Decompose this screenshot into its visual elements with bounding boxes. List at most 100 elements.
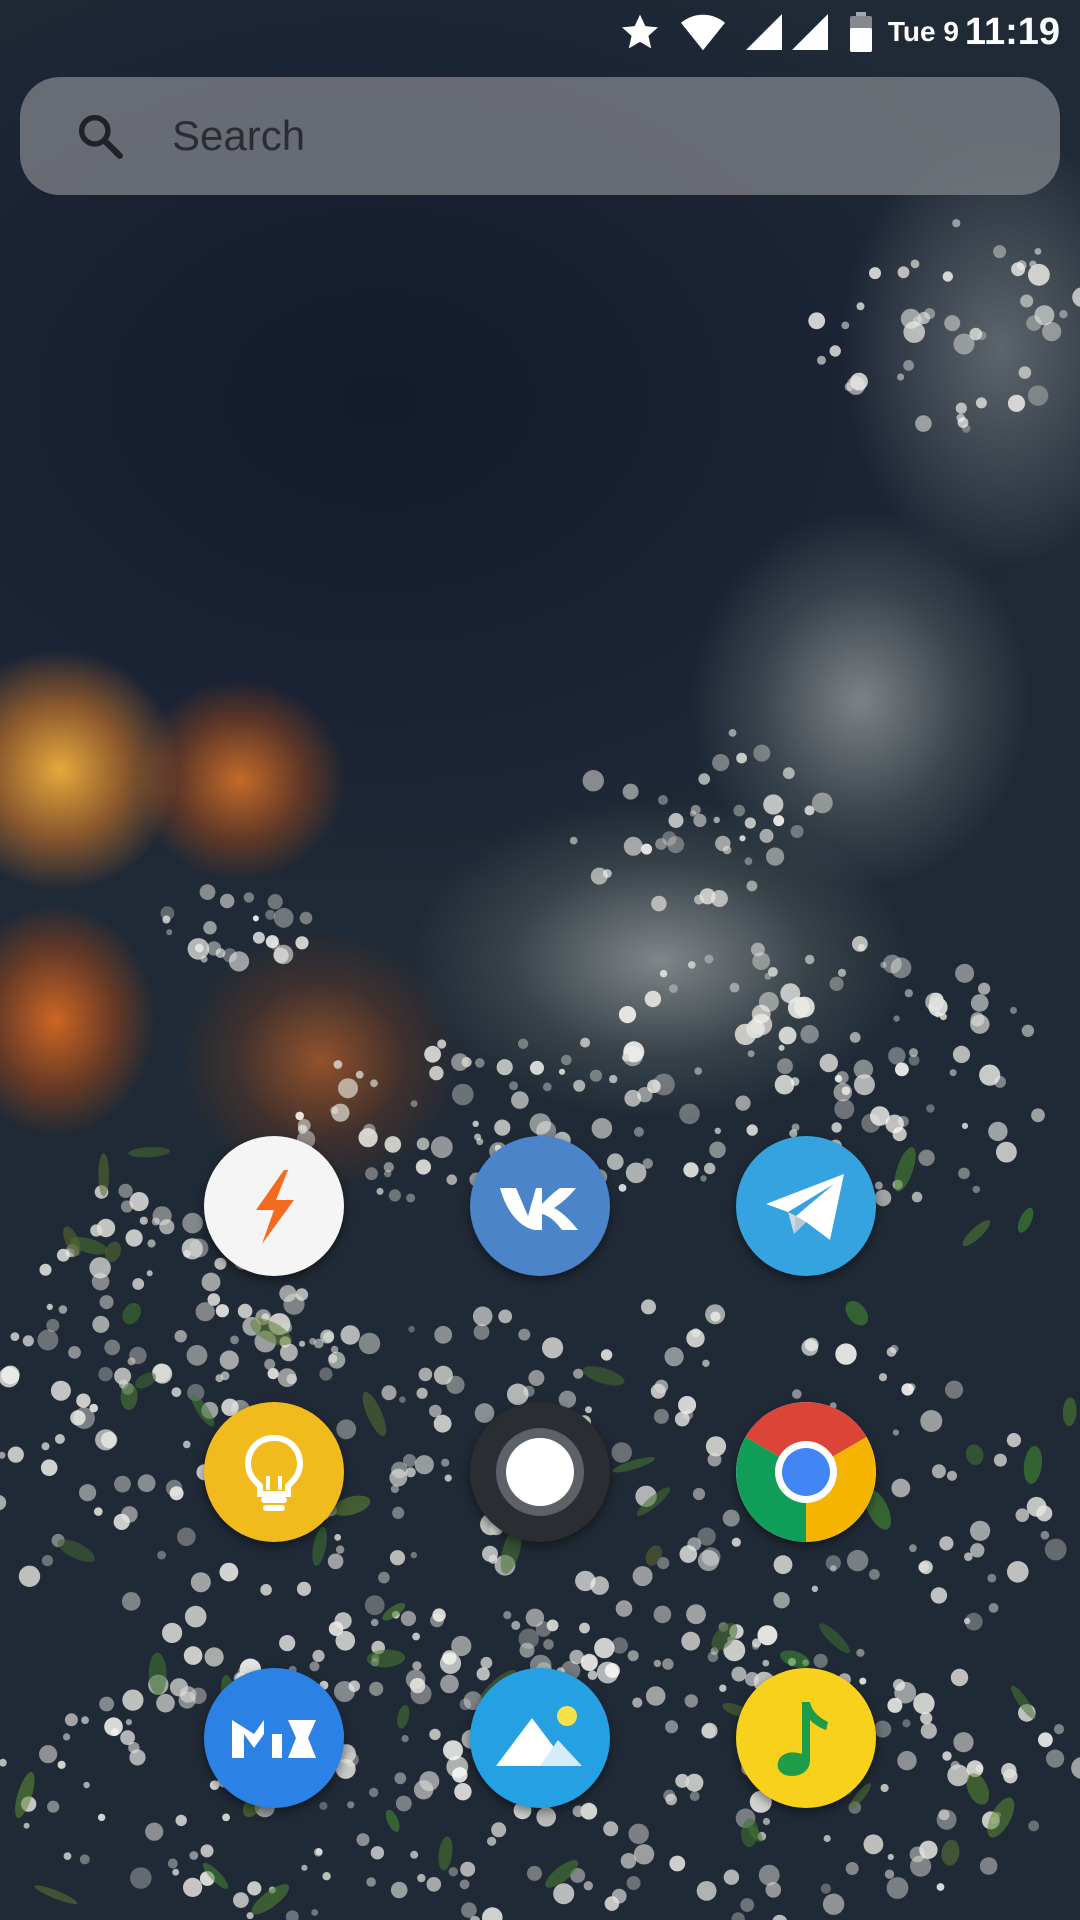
wallpaper-blossom (689, 1791, 700, 1802)
wallpaper-blossom (296, 1581, 312, 1596)
wallpaper-blossom (859, 1677, 867, 1685)
wallpaper-leaf (312, 1526, 327, 1566)
wallpaper-leaf (941, 1839, 960, 1866)
mix-app-icon[interactable] (204, 1668, 344, 1808)
gallery-app-icon[interactable] (470, 1668, 610, 1808)
wallpaper-blossom (869, 1569, 880, 1580)
wallpaper-blossom (702, 1359, 710, 1368)
wallpaper-blossom (662, 1658, 674, 1670)
wallpaper-blossom (679, 1103, 700, 1125)
wallpaper-blossom (744, 817, 756, 829)
music-app-icon[interactable] (736, 1668, 876, 1808)
wallpaper-blossom (774, 1074, 795, 1095)
chrome-app-icon[interactable] (736, 1402, 876, 1542)
wallpaper-blossom (764, 972, 772, 980)
wallpaper-leaf (128, 1147, 171, 1158)
wallpaper-blossom (572, 1805, 585, 1818)
wallpaper-blossom (1071, 1757, 1080, 1779)
wallpaper-blossom (615, 1600, 633, 1617)
wallpaper-blossom (252, 915, 259, 922)
wallpaper-blossom (919, 1840, 938, 1860)
wallpaper-blossom (970, 1520, 991, 1541)
wallpaper-blossom (39, 1745, 58, 1764)
wallpaper-blossom (389, 1468, 408, 1487)
wallpaper-blossom (511, 1091, 529, 1109)
wallpaper-blossom (878, 1373, 888, 1382)
wallpaper-blossom (340, 1325, 360, 1345)
wifi-icon (680, 12, 726, 52)
signal-icon (745, 13, 782, 51)
wallpaper-blossom (988, 1121, 1008, 1142)
wallpaper-blossom (723, 1869, 740, 1885)
wallpaper-blossom (892, 1429, 900, 1436)
vk-app-icon[interactable] (470, 1136, 610, 1276)
chrome-icon (736, 1402, 876, 1542)
wallpaper-blossom (230, 1335, 239, 1345)
search-placeholder[interactable]: Search (172, 112, 305, 160)
wallpaper-blossom (689, 810, 697, 817)
wallpaper-blossom (174, 1330, 187, 1343)
wallpaper-blossom (536, 1807, 556, 1827)
wallpaper-blossom (970, 1014, 990, 1034)
wallpaper-blossom (910, 259, 920, 269)
wallpaper-blossom (472, 1306, 493, 1327)
wallpaper-blossom (328, 1621, 344, 1636)
wallpaper-blossom (1010, 1006, 1017, 1014)
wallpaper-blossom (219, 1562, 239, 1582)
record-icon (496, 1428, 584, 1516)
wallpaper-blossom (370, 1846, 385, 1860)
wallpaper-blossom (98, 1367, 113, 1382)
wallpaper-blossom (299, 1340, 306, 1347)
wallpaper-blossom (659, 969, 668, 978)
search-icon[interactable] (70, 106, 130, 166)
wallpaper-blossom (381, 1385, 397, 1401)
wallpaper-blossom (829, 345, 841, 357)
battery-icon (849, 12, 872, 52)
wallpaper-blossom (731, 1666, 747, 1682)
wallpaper-blossom (820, 1883, 832, 1894)
wallpaper-blossom (823, 1834, 831, 1843)
telegram-app-icon[interactable] (736, 1136, 876, 1276)
wallpaper-blossom (338, 1078, 358, 1099)
lightbulb-app-icon[interactable] (204, 1402, 344, 1542)
wallpaper-blossom (114, 1367, 132, 1385)
wallpaper-blossom (215, 1304, 229, 1318)
wallpaper-blossom (950, 1760, 960, 1771)
wallpaper-blossom (846, 1549, 869, 1572)
wallpaper-blossom (782, 767, 795, 780)
wallpaper-blossom (758, 1864, 780, 1886)
wallpaper-blossom (327, 1553, 344, 1570)
wallpaper-blossom (675, 1773, 690, 1788)
wallpaper-blossom (603, 1821, 619, 1837)
wallpaper-blossom (897, 266, 910, 279)
wallpaper-blossom (653, 1073, 675, 1096)
wallpaper-blossom (1031, 1108, 1045, 1123)
wallpaper-blossom (861, 1113, 881, 1133)
wallpaper-blossom (874, 1181, 883, 1190)
wallpaper-leaf (34, 1885, 78, 1905)
wallpaper-blossom (189, 1238, 209, 1258)
wallpaper-blossom (961, 1122, 969, 1129)
wallpaper-blossom (482, 1907, 503, 1920)
wallpaper-blossom (585, 1406, 592, 1414)
wallpaper-blossom (594, 1637, 615, 1659)
search-bar[interactable]: Search (20, 77, 1060, 195)
wallpaper-blossom (461, 1902, 477, 1918)
wallpaper-blossom (400, 1610, 416, 1627)
wallpaper-blossom (622, 1053, 630, 1062)
wallpaper-blossom (243, 892, 255, 903)
wallpaper-blossom (946, 1470, 958, 1481)
wallpaper-blossom (942, 271, 953, 282)
lightning-app-icon[interactable] (204, 1136, 344, 1276)
record-app-icon[interactable] (470, 1402, 610, 1542)
wallpaper-blossom (979, 1857, 998, 1875)
wallpaper-blossom (911, 1191, 923, 1203)
wallpaper-blossom (0, 1758, 7, 1767)
wallpaper-blossom (264, 1358, 276, 1370)
wallpaper-blossom (130, 1867, 152, 1889)
wallpaper-blossom (751, 942, 765, 957)
wallpaper-blossom (955, 402, 967, 414)
wallpaper-blossom (678, 1396, 697, 1414)
wallpaper-blossom (773, 815, 785, 827)
wallpaper-blossom (214, 1257, 227, 1270)
